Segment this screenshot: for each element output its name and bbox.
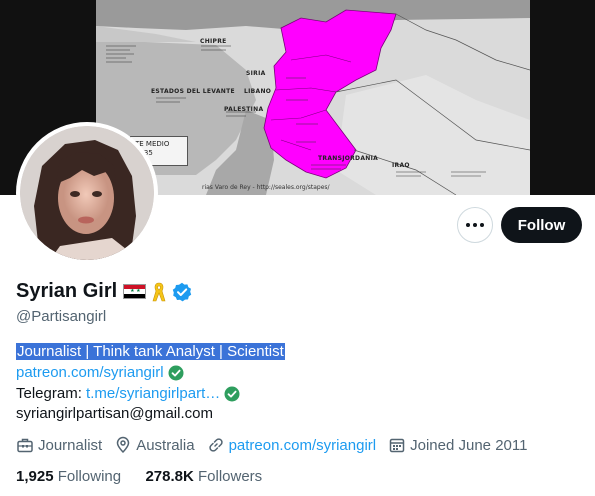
bio-highlighted-text: Journalist | Think tank Analyst | Scient… — [16, 343, 285, 360]
following-stat[interactable]: 1,925 Following — [16, 468, 121, 485]
meta-occupation: Journalist — [16, 436, 102, 454]
syria-flag-icon: ★ ★ — [123, 284, 147, 299]
map-label: IRAQ — [392, 162, 410, 169]
map-label: LIBANO — [244, 88, 272, 95]
profile-meta: Journalist Australia patreon.com/syriang… — [16, 436, 539, 454]
map-credit: rias Varo de Rey - http://seales.org/sta… — [202, 184, 330, 191]
avatar-photo — [20, 126, 154, 260]
follow-stats: 1,925 Following 278.8K Followers — [16, 468, 262, 485]
name-row: Syrian Girl ★ ★ — [16, 280, 192, 303]
check-circle-icon — [168, 365, 184, 381]
meta-website[interactable]: patreon.com/syriangirl — [207, 436, 377, 454]
more-dots-icon — [466, 223, 470, 227]
map-label: ESTADOS DEL LEVANTE — [151, 88, 235, 95]
website-link[interactable]: patreon.com/syriangirl — [229, 437, 377, 454]
telegram-label: Telegram: — [16, 385, 87, 402]
bio-line: Journalist | Think tank Analyst | Scient… — [16, 342, 285, 362]
location-text: Australia — [136, 436, 195, 454]
follow-button[interactable]: Follow — [501, 207, 582, 243]
map-label: TRANSJORDANIA — [318, 155, 379, 162]
bio-patreon-link[interactable]: patreon.com/syriangirl — [16, 363, 164, 383]
map-label: CHIPRE — [200, 38, 227, 45]
avatar[interactable] — [16, 122, 158, 264]
verified-badge-icon[interactable] — [172, 282, 192, 302]
yellow-ribbon-icon — [152, 282, 166, 301]
banner-map-image: CHIPRE SIRIA ESTADOS DEL LEVANTE LIBANO … — [96, 0, 530, 195]
followers-stat[interactable]: 278.8K Followers — [145, 468, 262, 485]
more-options-button[interactable] — [457, 207, 493, 243]
check-circle-icon — [224, 386, 240, 402]
bio-line: patreon.com/syriangirl — [16, 363, 184, 383]
location-pin-icon — [116, 436, 130, 454]
calendar-icon — [389, 438, 405, 453]
following-count: 1,925 — [16, 468, 54, 485]
followers-label: Followers — [197, 468, 263, 485]
joined-text: Joined June 2011 — [410, 436, 528, 454]
meta-joined: Joined June 2011 — [388, 436, 527, 454]
handle: @Partisangirl — [16, 308, 107, 325]
bio-line: Telegram: t.me/syriangirlpart… — [16, 384, 240, 404]
bio-email: syriangirlpartisan@gmail.com — [16, 405, 213, 422]
map-label: SIRIA — [246, 70, 266, 77]
briefcase-icon — [17, 438, 33, 453]
link-icon — [208, 438, 223, 452]
telegram-link[interactable]: t.me/syriangirlpart… — [86, 384, 220, 404]
display-name: Syrian Girl — [16, 280, 118, 302]
meta-location: Australia — [114, 436, 195, 454]
following-label: Following — [57, 468, 122, 485]
map-label: PALESTINA — [224, 106, 264, 113]
occupation-text: Journalist — [38, 436, 103, 454]
followers-count: 278.8K — [145, 468, 194, 485]
